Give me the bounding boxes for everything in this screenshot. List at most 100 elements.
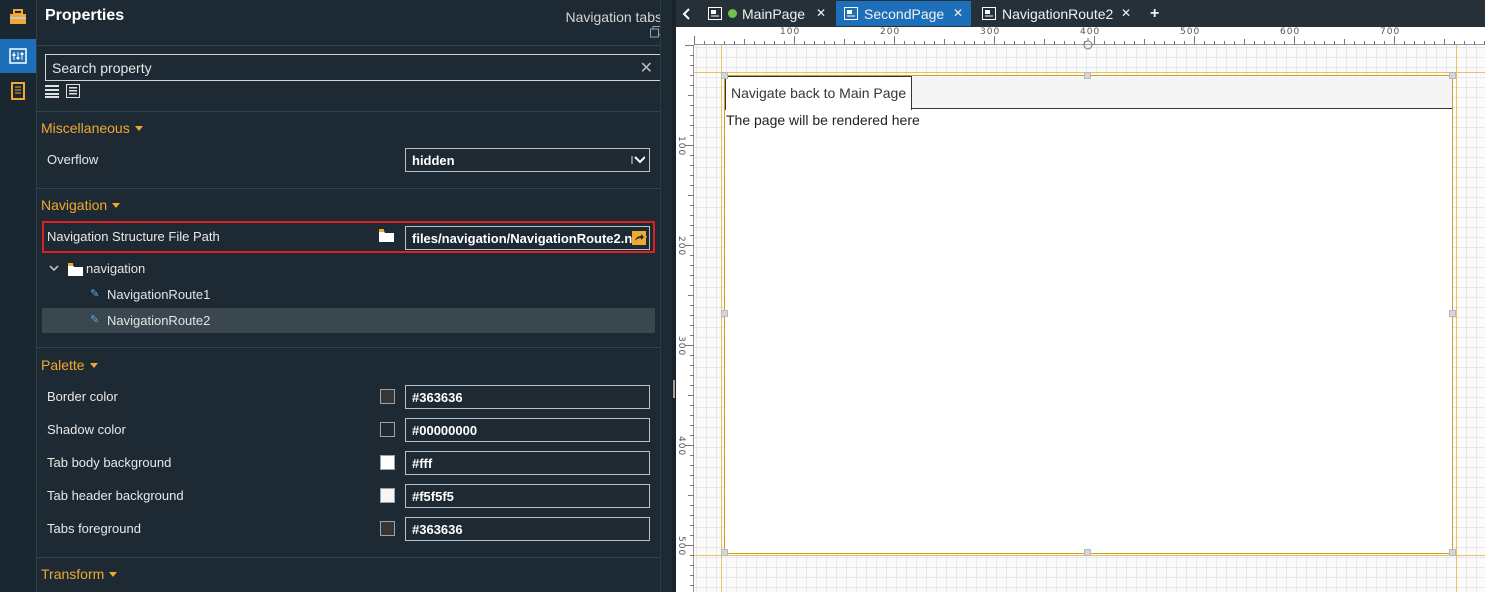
caret-down-icon [112,203,121,208]
resize-handle[interactable] [721,310,728,317]
properties-panel: Properties Navigation tabs Search proper… [37,0,662,592]
resize-handle[interactable] [1449,310,1456,317]
ruler-label: 200 [676,236,686,257]
ruler-label: 500 [676,536,686,557]
section-palette[interactable]: Palette [41,357,98,373]
palette-input[interactable]: #fff [405,451,650,475]
add-tab-button[interactable]: + [1142,1,1168,26]
palette-input[interactable]: #363636 [405,517,650,541]
resize-handle[interactable] [1084,549,1091,556]
resize-handle[interactable] [721,549,728,556]
tab-mainpage[interactable]: MainPage ✕ [700,1,834,26]
tree-folder-navigation[interactable]: navigation [42,257,655,282]
folder-icon [68,263,83,276]
search-placeholder: Search property [52,60,152,76]
palette-label: Tab body background [47,455,172,470]
divider [37,188,660,189]
palette-input[interactable]: #00000000 [405,418,650,442]
route-icon: ✎ [90,288,100,300]
plus-icon: + [1150,4,1160,22]
alignment-guide [1456,45,1457,592]
palette-label: Tabs foreground [47,521,141,536]
toolbox-icon[interactable] [0,0,36,34]
panel-header: Properties Navigation tabs [37,0,662,46]
palette-label: Tab header background [47,488,184,503]
chevron-left-icon [682,7,690,20]
ruler-label: 600 [1280,27,1301,37]
tree-item-label: NavigationRoute1 [107,287,211,302]
color-swatch[interactable] [380,389,395,404]
resize-handle[interactable] [1084,72,1091,79]
tree-item[interactable]: ✎ NavigationRoute1 [42,282,655,307]
route-icon: ✎ [90,314,100,326]
ruler-corner [676,27,694,45]
tab-label: SecondPage [864,5,945,22]
tree-item-label: NavigationRoute2 [107,313,211,328]
tree-item[interactable]: ✎ NavigationRoute2 [42,308,655,333]
open-link-icon[interactable] [632,231,646,245]
palette-label: Shadow color [47,422,126,437]
color-swatch[interactable] [380,488,395,503]
splitter-grip[interactable] [673,380,675,398]
tab-label: MainPage [742,5,806,22]
palette-input[interactable]: #363636 [405,385,650,409]
divider [37,111,660,112]
overflow-label: Overflow [47,152,99,167]
section-label: Transform [41,566,105,582]
resize-handle[interactable] [1449,549,1456,556]
ruler-label: 200 [880,27,901,37]
caret-down-icon [109,572,118,577]
tab-label: NavigationRoute2 [1002,5,1114,22]
list-view-icon[interactable] [45,84,59,98]
chevron-down-icon [631,156,645,164]
document-icon[interactable] [0,74,36,108]
folder-icon[interactable] [379,229,394,242]
nav-path-label: Navigation Structure File Path [47,229,220,244]
ruler-left: 100 200 300 400 500 [676,45,694,592]
divider [37,557,660,558]
overflow-value: hidden [412,153,455,168]
tab-navigationroute2[interactable]: NavigationRoute2 ✕ [974,1,1139,26]
page-icon [982,7,996,20]
ruler-label: 100 [780,27,801,37]
tab-secondpage[interactable]: SecondPage ✕ [836,1,971,26]
section-label: Palette [41,357,85,373]
section-label: Miscellaneous [41,120,130,136]
resize-handle[interactable] [721,72,728,79]
ruler-label: 400 [1080,27,1101,37]
color-swatch[interactable] [380,422,395,437]
color-swatch[interactable] [380,521,395,536]
clear-search-icon[interactable]: ✕ [640,58,653,78]
ruler-label: 100 [676,136,686,157]
widget-tab-item[interactable]: Navigate back to Main Page [725,76,913,110]
section-transform[interactable]: Transform [41,566,118,582]
navigation-tabs-widget[interactable]: Navigate back to Main Page The page will… [724,75,1453,554]
section-navigation[interactable]: Navigation [41,197,121,213]
ruler-label: 300 [676,336,686,357]
rotate-handle-icon[interactable] [1083,38,1093,50]
properties-icon[interactable] [0,39,36,73]
category-view-icon[interactable] [66,84,80,98]
palette-input[interactable]: #f5f5f5 [405,484,650,508]
nav-path-input[interactable]: files/navigation/NavigationRoute2.nav [405,226,650,250]
ruler-label: 300 [980,27,1001,37]
ruler-label: 700 [1380,27,1401,37]
color-swatch[interactable] [380,455,395,470]
tree-folder-label: navigation [86,261,146,276]
ruler-label: 400 [676,436,686,457]
close-icon[interactable]: ✕ [816,6,826,20]
caret-down-icon [134,126,143,131]
panel-title: Properties [45,7,125,24]
status-dot [728,9,737,18]
overflow-select[interactable]: hidden [405,148,650,172]
page-icon [844,7,858,20]
editor-area: MainPage ✕ SecondPage ✕ NavigationRoute2… [676,0,1485,592]
close-icon[interactable]: ✕ [953,6,963,20]
search-input[interactable]: Search property ✕ [45,54,662,81]
widget-body-text: The page will be rendered here [726,112,920,128]
section-miscellaneous[interactable]: Miscellaneous [41,120,143,136]
selected-widget-name: Navigation tabs [565,9,662,25]
resize-handle[interactable] [1449,72,1456,79]
close-icon[interactable]: ✕ [1121,6,1131,20]
tabs-back-button[interactable] [676,1,698,26]
